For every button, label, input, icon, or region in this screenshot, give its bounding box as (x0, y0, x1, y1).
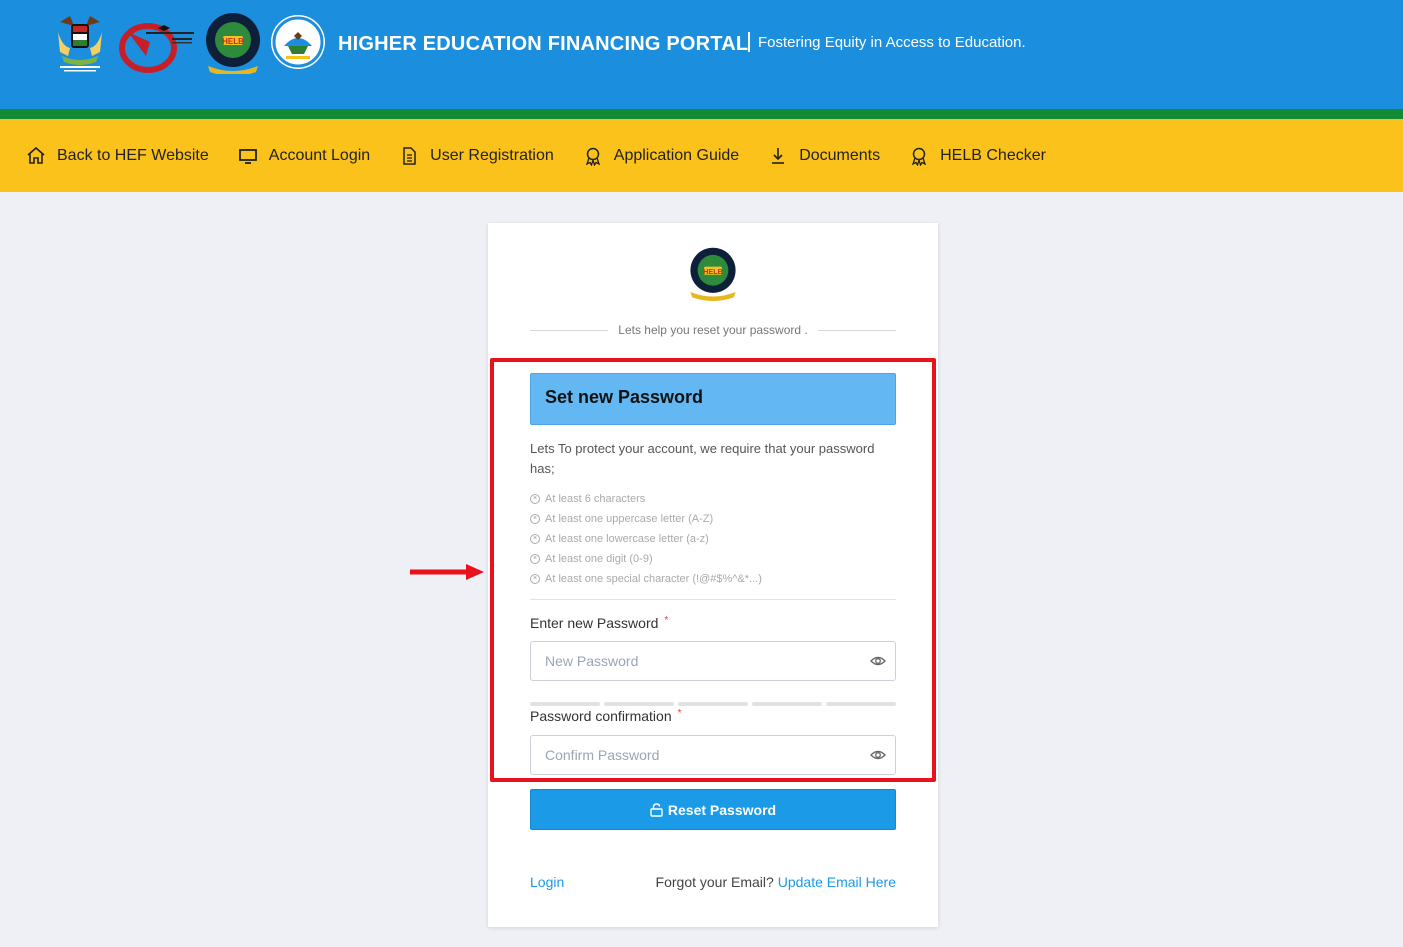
universities-fund-logo (271, 15, 325, 69)
password-policy-description: Lets To protect your account, we require… (530, 441, 875, 476)
reset-password-button[interactable]: Reset Password (530, 789, 896, 830)
nav-label: Back to HEF Website (57, 146, 209, 164)
strength-segment (752, 702, 822, 706)
password-requirements-list: × At least 6 characters × At least one upp… (530, 489, 762, 589)
confirm-password-label: Password confirmation * (530, 708, 682, 724)
forgot-email-row: Forgot your Email? Update Email Here (656, 874, 896, 890)
site-header: HELB HIGHER EDUCATION FINANCING PORTAL F… (0, 0, 1403, 109)
nav-label: HELB Checker (940, 146, 1046, 164)
document-icon (403, 146, 416, 165)
nav-account-login[interactable]: Account Login (238, 146, 370, 166)
red-arrow-icon (410, 564, 484, 580)
helb-logo: HELB (206, 13, 260, 74)
strength-segment (826, 702, 896, 706)
nav-helb-checker[interactable]: HELB Checker (909, 146, 1046, 166)
main-nav: Back to HEF Website Account Login User R… (0, 119, 1403, 192)
new-password-input[interactable] (531, 642, 851, 680)
reset-subtitle: Lets help you reset your password . (618, 323, 808, 337)
unmet-icon: × (530, 514, 540, 524)
unmet-icon: × (530, 554, 540, 564)
download-icon (772, 147, 785, 164)
show-password-eye-icon[interactable] (870, 748, 886, 762)
partner-logos: HELB (52, 12, 334, 74)
kenya-coat-of-arms-logo (52, 12, 108, 74)
new-password-label: Enter new Password * (530, 615, 668, 631)
login-link[interactable]: Login (530, 874, 564, 890)
strength-segment (678, 702, 748, 706)
monitor-icon (238, 148, 257, 164)
password-strength-meter (530, 702, 896, 706)
strength-segment (604, 702, 674, 706)
helb-logo-text: HELB (703, 267, 723, 276)
forgot-email-text: Forgot your Email? (655, 874, 774, 890)
nav-application-guide[interactable]: Application Guide (583, 146, 739, 166)
requirement-text: At least one digit (0-9) (545, 553, 653, 565)
requirement-item: × At least 6 characters (530, 489, 762, 509)
unmet-icon: × (530, 494, 540, 504)
requirement-item: × At least one uppercase letter (A-Z) (530, 509, 762, 529)
nav-user-registration[interactable]: User Registration (399, 146, 554, 166)
update-email-link[interactable]: Update Email Here (778, 874, 896, 890)
requirement-text: At least 6 characters (545, 493, 646, 505)
reset-subtitle-row: Lets help you reset your password . (530, 323, 896, 337)
title-separator (748, 32, 750, 52)
unmet-icon: × (530, 574, 540, 584)
nav-label: User Registration (430, 146, 554, 164)
confirm-password-input[interactable] (531, 736, 851, 774)
nav-back-to-hef-website[interactable]: Back to HEF Website (26, 146, 209, 166)
new-password-label-text: Enter new Password (530, 615, 659, 631)
requirement-item: × At least one lowercase letter (a-z) (530, 529, 762, 549)
header-accent-line (0, 109, 1403, 119)
unlock-icon (650, 802, 663, 817)
reset-password-label: Reset Password (667, 801, 777, 818)
requirement-text: At least one special character (!@#$%^&*… (545, 573, 762, 585)
required-mark: * (677, 708, 682, 719)
nav-label: Account Login (268, 146, 371, 164)
requirement-text: At least one uppercase letter (A-Z) (545, 513, 714, 525)
nav-label: Application Guide (613, 146, 740, 164)
ministry-education-logo (116, 12, 196, 74)
portal-tagline: Fostering Equity in Access to Education. (758, 34, 1026, 51)
section-title-box: Set new Password (530, 373, 896, 425)
divider-line (817, 329, 896, 331)
reset-password-card: HELB Lets help you reset your password .… (488, 223, 938, 927)
helb-card-logo: HELB (690, 247, 736, 301)
nav-label: Documents (799, 146, 881, 164)
portal-title: HIGHER EDUCATION FINANCING PORTAL (338, 33, 749, 55)
home-icon (27, 146, 45, 164)
confirm-password-label-text: Password confirmation (530, 708, 672, 724)
svg-text:HELB: HELB (222, 37, 244, 46)
requirement-item: × At least one special character (!@#$%^&… (530, 569, 762, 589)
requirement-text: At least one lowercase letter (a-z) (545, 533, 709, 545)
nav-documents[interactable]: Documents (768, 146, 880, 166)
section-divider (530, 599, 896, 600)
show-password-eye-icon[interactable] (870, 654, 886, 668)
requirement-item: × At least one digit (0-9) (530, 549, 762, 569)
award-icon (585, 147, 600, 166)
unmet-icon: × (530, 534, 540, 544)
section-title: Set new Password (545, 387, 704, 407)
new-password-field (530, 641, 896, 681)
award-icon (912, 147, 927, 166)
required-mark: * (664, 615, 669, 626)
divider-line (530, 329, 609, 331)
confirm-password-field (530, 735, 896, 775)
strength-segment (530, 702, 600, 706)
